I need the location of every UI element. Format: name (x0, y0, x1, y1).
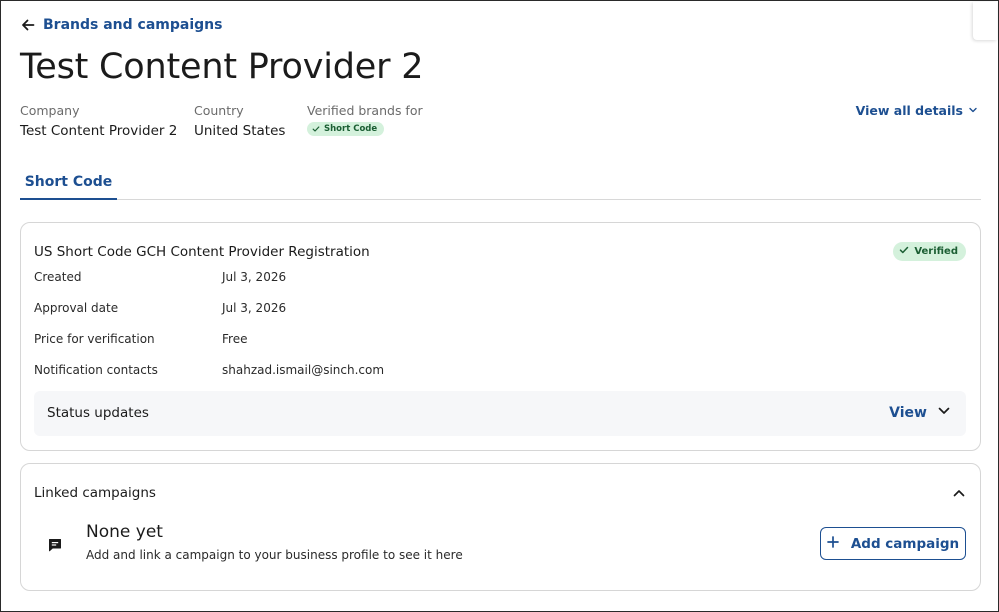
approval-date-label: Approval date (34, 301, 119, 315)
country-value: United States (194, 123, 286, 139)
add-campaign-label: Add campaign (850, 535, 960, 552)
verified-status-badge: Verified (893, 242, 966, 261)
check-icon (899, 245, 909, 258)
add-campaign-button[interactable]: Add campaign (820, 527, 966, 560)
notification-contacts-label: Notification contacts (34, 363, 158, 377)
chevron-up-icon[interactable] (952, 485, 966, 504)
short-code-badge-label: Short Code (324, 124, 378, 134)
detail-row-created: Created Jul 3, 2026 (34, 270, 966, 288)
notification-contacts-value: shahzad.ismail@sinch.com (222, 363, 385, 377)
company-value: Test Content Provider 2 (20, 123, 178, 139)
check-icon (312, 125, 320, 133)
verified-status-label: Verified (914, 246, 958, 257)
chat-bubble-icon (48, 537, 62, 556)
meta-company: Company Test Content Provider 2 (20, 103, 177, 139)
chevron-down-icon (968, 103, 978, 118)
empty-state-text: Add and link a campaign to your business… (86, 548, 463, 562)
registration-card: US Short Code GCH Content Provider Regis… (20, 222, 981, 451)
price-label: Price for verification (34, 332, 155, 346)
meta-verified-brands: Verified brands for Short Code (307, 103, 423, 137)
detail-row-notification-contacts: Notification contacts shahzad.ismail@sin… (34, 363, 966, 381)
detail-row-approval-date: Approval date Jul 3, 2026 (34, 301, 966, 319)
status-updates-view-button[interactable]: View (889, 404, 951, 422)
registration-title: US Short Code GCH Content Provider Regis… (34, 244, 370, 260)
detail-row-price: Price for verification Free (34, 332, 966, 350)
arrow-left-icon (21, 18, 35, 32)
status-updates-panel[interactable]: Status updates View (34, 391, 966, 436)
view-all-details-button[interactable]: View all details (856, 103, 978, 118)
created-label: Created (34, 270, 82, 284)
country-label: Country (194, 103, 244, 118)
meta-country: Country United States (194, 103, 285, 139)
verified-brands-label: Verified brands for (307, 103, 423, 118)
tab-bar: Short Code (20, 165, 981, 200)
created-value: Jul 3, 2026 (222, 270, 287, 284)
approval-date-value: Jul 3, 2026 (222, 301, 287, 315)
page-title: Test Content Provider 2 (20, 47, 424, 87)
status-updates-label: Status updates (47, 405, 149, 421)
company-label: Company (20, 103, 80, 118)
back-to-brands-link[interactable]: Brands and campaigns (21, 17, 222, 33)
linked-campaigns-title: Linked campaigns (34, 485, 156, 501)
status-updates-view-label: View (889, 405, 927, 421)
chevron-down-icon (937, 404, 951, 422)
tab-short-code[interactable]: Short Code (20, 165, 117, 200)
view-all-details-label: View all details (855, 103, 963, 118)
short-code-badge: Short Code (307, 122, 385, 136)
empty-state-title: None yet (86, 522, 163, 542)
back-link-label: Brands and campaigns (43, 17, 223, 33)
linked-campaigns-card: Linked campaigns None yet Add and link a… (20, 463, 981, 591)
price-value: Free (222, 332, 248, 346)
plus-icon (826, 535, 839, 552)
side-panel-tab[interactable] (973, 2, 997, 40)
